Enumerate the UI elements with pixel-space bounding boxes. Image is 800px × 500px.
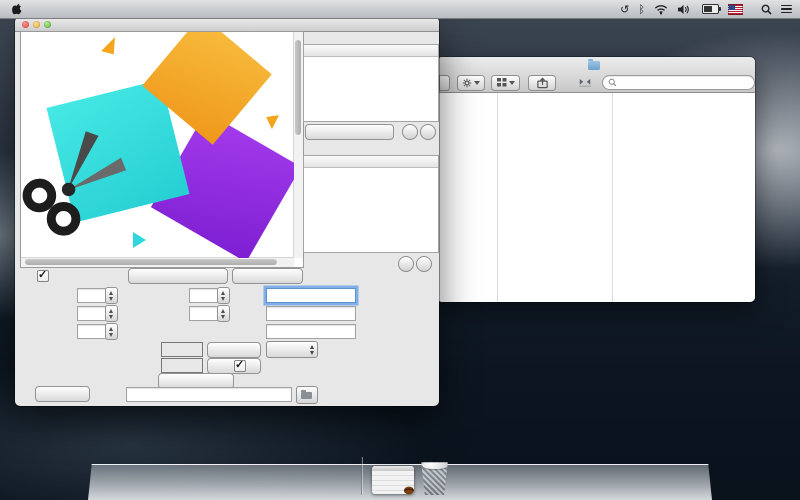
add-collection-button[interactable]	[402, 124, 418, 140]
preview-scrollview	[20, 31, 304, 268]
bluetooth-icon[interactable]: ᛒ	[638, 3, 645, 16]
output-collection-button[interactable]	[305, 124, 394, 140]
notification-center-icon[interactable]	[781, 5, 792, 14]
clear-image-button[interactable]	[232, 268, 303, 284]
zoom-button[interactable]	[44, 21, 51, 28]
app-titlebar[interactable]	[15, 17, 439, 32]
column-divider[interactable]	[612, 93, 613, 302]
reset-image-size-button[interactable]	[128, 268, 228, 284]
format-dropdown[interactable]	[266, 341, 318, 358]
background-color-swatch[interactable]	[161, 342, 203, 357]
finder-toolbar	[437, 74, 755, 91]
folder-icon	[301, 392, 312, 399]
size-collections-table	[303, 44, 439, 122]
orange-triangle	[101, 35, 118, 55]
add-item-button[interactable]	[398, 256, 414, 272]
preview-canvas	[21, 32, 294, 258]
height-stepper[interactable]	[217, 287, 230, 304]
alpha-stepper[interactable]	[105, 305, 118, 322]
remove-item-button[interactable]	[416, 256, 432, 272]
battery-indicator[interactable]	[699, 4, 719, 14]
finder-titlebar[interactable]	[437, 57, 755, 93]
battery-icon	[702, 4, 719, 14]
size-collections-header[interactable]	[304, 45, 438, 57]
close-button[interactable]	[22, 21, 29, 28]
border-stepper[interactable]	[217, 305, 230, 322]
folder-icon	[588, 61, 600, 70]
desktop: ↺ ᛒ	[0, 0, 800, 500]
prefix-input[interactable]	[266, 306, 356, 321]
view-mode-button[interactable]	[491, 75, 520, 91]
column-divider[interactable]	[497, 93, 498, 302]
arrange-button[interactable]	[578, 74, 592, 92]
trash-paper	[422, 460, 448, 469]
dock	[0, 452, 800, 500]
vertical-scrollbar[interactable]	[293, 32, 303, 258]
back-forward-button[interactable]	[439, 75, 450, 91]
dock-separator	[361, 457, 362, 495]
remove-collection-button[interactable]	[420, 124, 436, 140]
name-input[interactable]	[266, 288, 356, 303]
finder-search-input[interactable]	[602, 75, 755, 90]
border-color-swatch[interactable]	[161, 358, 203, 373]
spotlight-icon[interactable]	[761, 4, 772, 15]
cyan-triangle	[133, 232, 146, 248]
horizontal-scrollbar[interactable]	[21, 257, 294, 267]
choose-folder-button[interactable]	[296, 386, 318, 404]
finder-window	[437, 57, 755, 302]
finder-window-title	[437, 60, 755, 72]
wifi-icon[interactable]	[654, 4, 668, 15]
time-machine-icon[interactable]: ↺	[620, 3, 629, 16]
appendix-input[interactable]	[266, 324, 356, 339]
action-gear-button[interactable]	[457, 75, 485, 91]
background-random-button[interactable]	[207, 342, 261, 358]
app-window	[15, 17, 439, 406]
minimized-window-dock-item[interactable]	[372, 466, 414, 494]
trash-icon[interactable]	[420, 461, 450, 495]
share-button[interactable]	[528, 75, 555, 91]
menu-bar: ↺ ᛒ	[0, 0, 800, 19]
collection-items-table	[303, 155, 439, 253]
corner-stepper[interactable]	[105, 323, 118, 340]
output-button[interactable]	[35, 386, 90, 402]
orange-triangle	[266, 115, 281, 130]
aspect-ratio-checkbox[interactable]	[37, 270, 49, 282]
path-input[interactable]	[126, 387, 292, 402]
width-stepper[interactable]	[105, 287, 118, 304]
input-language-flag-icon[interactable]	[728, 4, 743, 15]
collection-items-header[interactable]	[304, 156, 438, 168]
apple-menu-icon[interactable]	[12, 3, 23, 16]
size-mark-checkbox[interactable]	[234, 360, 246, 372]
minimize-button[interactable]	[33, 21, 40, 28]
finder-column-view	[437, 93, 755, 302]
volume-icon[interactable]	[677, 4, 690, 15]
